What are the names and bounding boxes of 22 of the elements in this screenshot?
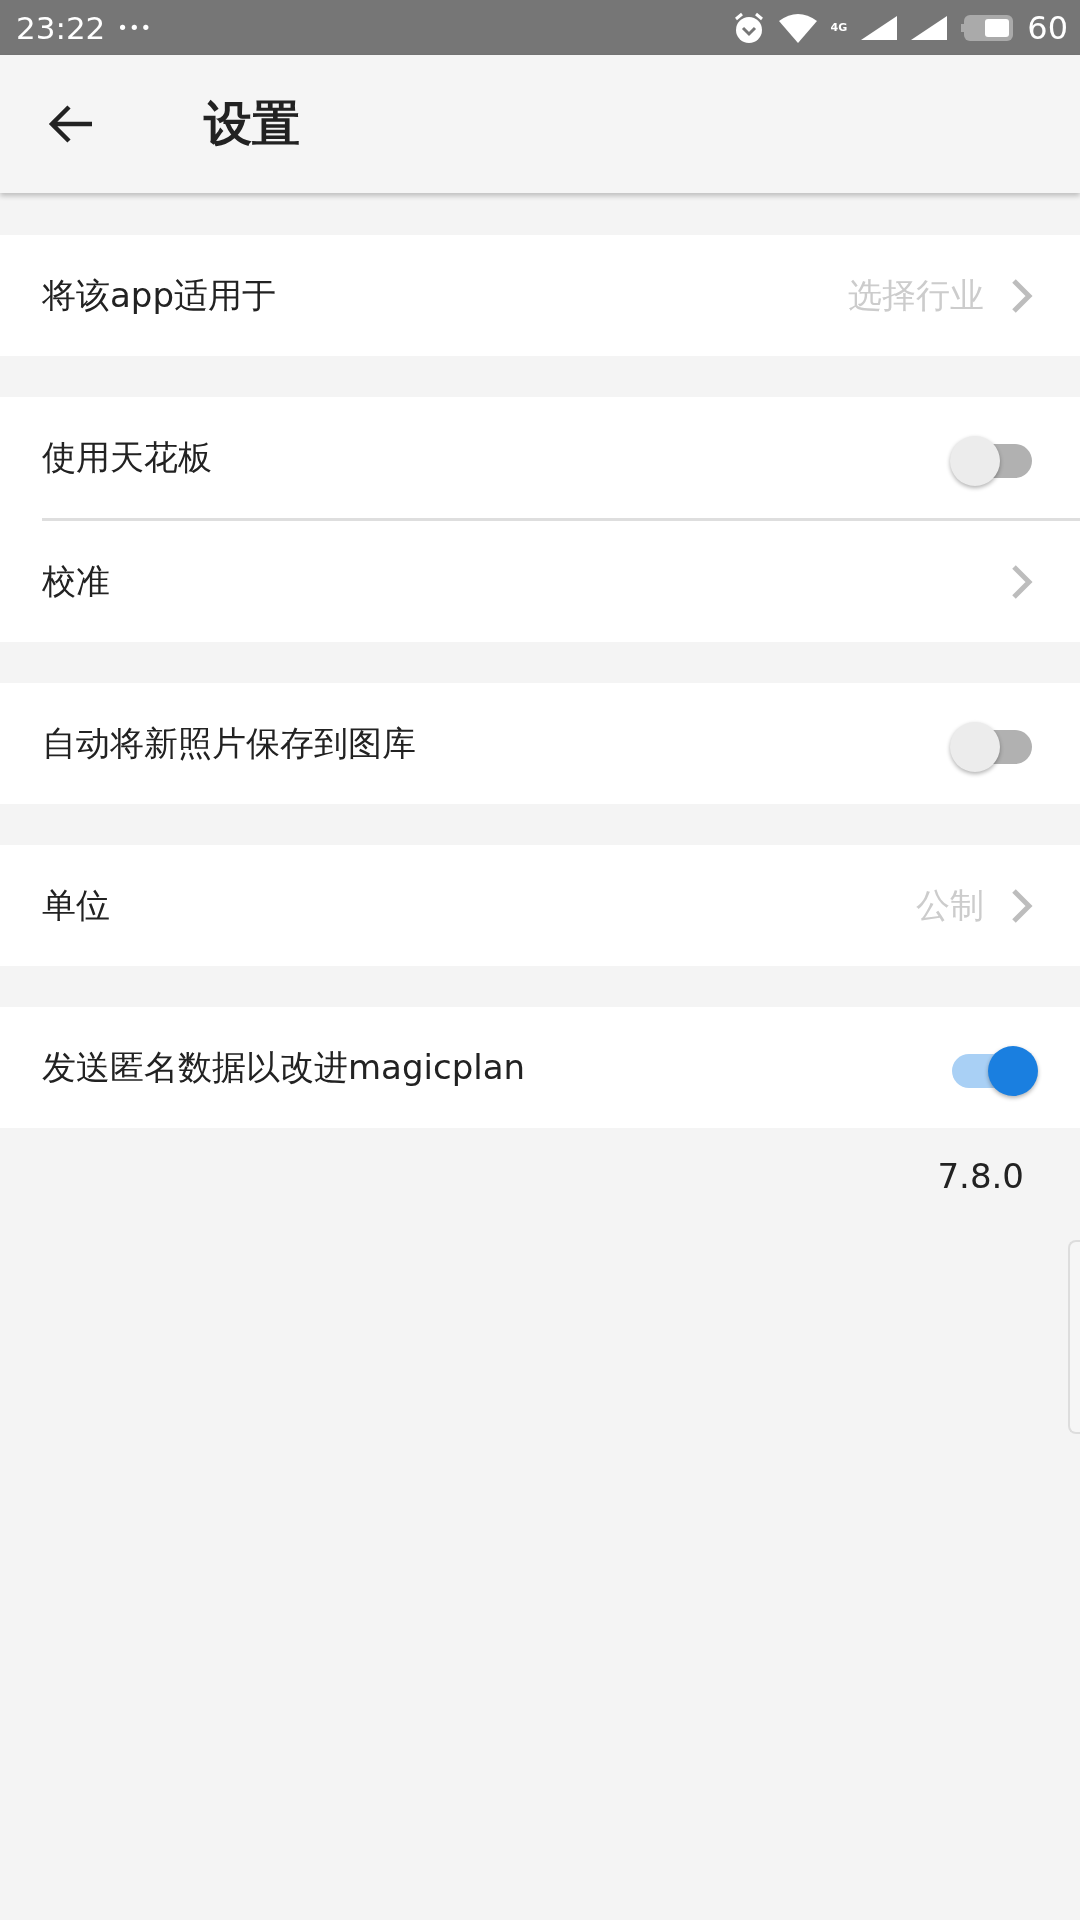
chevron-icon: [1010, 276, 1034, 315]
wifi-icon: [778, 12, 817, 43]
alarm-icon: [732, 10, 765, 45]
back-arrow-icon[interactable]: [48, 104, 94, 144]
setting-label[interactable]: 发送匿名数据以改进magicplan: [42, 1044, 950, 1091]
chevron-icon: [1010, 886, 1034, 925]
setting-label[interactable]: 将该app适用于: [42, 272, 848, 319]
scroll-handle[interactable]: [1068, 1240, 1080, 1434]
setting-label[interactable]: 自动将新照片保存到图库: [42, 720, 950, 767]
signal-icon: [911, 15, 948, 40]
network-type: 4G: [830, 21, 848, 34]
battery-icon: [961, 14, 1014, 41]
setting-label[interactable]: 使用天花板: [42, 434, 950, 481]
chevron-icon: [1010, 562, 1034, 601]
version-number: 7.8.0: [936, 1155, 1025, 1196]
page-title: 设置: [204, 94, 300, 153]
signal-icon: [861, 15, 898, 40]
setting-label[interactable]: 校准: [42, 558, 1010, 605]
setting-label[interactable]: 单位: [42, 882, 916, 929]
battery-level: 60: [1027, 8, 1068, 47]
status-time: 23:22: [16, 9, 106, 46]
notification-dots: •••: [117, 17, 153, 38]
